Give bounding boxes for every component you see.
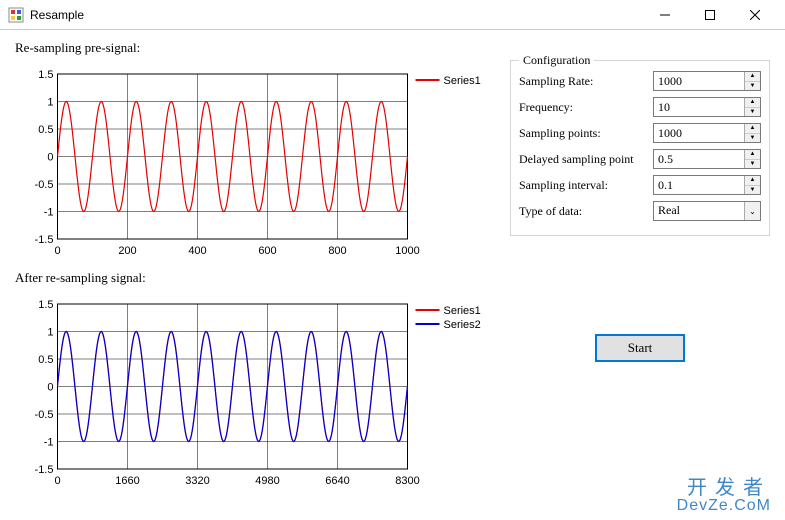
config-legend: Configuration bbox=[519, 53, 594, 68]
sampling-points-label: Sampling points: bbox=[519, 126, 649, 141]
svg-text:0: 0 bbox=[54, 245, 60, 257]
sampling-points-input[interactable]: ▲▼ bbox=[653, 123, 761, 143]
svg-text:1: 1 bbox=[47, 327, 53, 339]
delayed-point-label: Delayed sampling point bbox=[519, 152, 649, 167]
minimize-button[interactable] bbox=[642, 0, 687, 29]
svg-text:1660: 1660 bbox=[115, 475, 139, 487]
app-icon bbox=[8, 7, 24, 23]
delayed-point-input[interactable]: ▲▼ bbox=[653, 149, 761, 169]
chart-after-signal: -1.5 -1 -0.5 0 0.5 1 1.5 0 1660 3320 4980 6640 8300 S… bbox=[15, 294, 500, 494]
sampling-rate-label: Sampling Rate: bbox=[519, 74, 649, 89]
svg-text:0.5: 0.5 bbox=[38, 354, 53, 366]
svg-text:-1: -1 bbox=[44, 207, 54, 219]
frequency-input[interactable]: ▲▼ bbox=[653, 97, 761, 117]
svg-text:-0.5: -0.5 bbox=[35, 409, 54, 421]
svg-text:1.5: 1.5 bbox=[38, 299, 53, 311]
svg-text:600: 600 bbox=[258, 245, 276, 257]
svg-text:-1: -1 bbox=[44, 437, 54, 449]
svg-text:Series2: Series2 bbox=[444, 319, 481, 331]
chevron-down-icon[interactable]: ⌄ bbox=[744, 202, 760, 220]
spinner-down-icon[interactable]: ▼ bbox=[745, 134, 760, 143]
pre-signal-label: Re-sampling pre-signal: bbox=[15, 40, 500, 56]
spinner-up-icon[interactable]: ▲ bbox=[745, 150, 760, 160]
svg-text:8300: 8300 bbox=[395, 475, 419, 487]
svg-text:1000: 1000 bbox=[395, 245, 419, 257]
svg-text:6640: 6640 bbox=[325, 475, 349, 487]
titlebar: Resample bbox=[0, 0, 785, 30]
after-signal-label: After re-sampling signal: bbox=[15, 270, 500, 286]
svg-text:1.5: 1.5 bbox=[38, 69, 53, 81]
svg-text:200: 200 bbox=[118, 245, 136, 257]
spinner-down-icon[interactable]: ▼ bbox=[745, 82, 760, 91]
svg-text:0: 0 bbox=[54, 475, 60, 487]
sampling-interval-label: Sampling interval: bbox=[519, 178, 649, 193]
window-title: Resample bbox=[30, 8, 642, 22]
frequency-label: Frequency: bbox=[519, 100, 649, 115]
close-button[interactable] bbox=[732, 0, 777, 29]
spinner-down-icon[interactable]: ▼ bbox=[745, 160, 760, 169]
svg-text:800: 800 bbox=[328, 245, 346, 257]
config-fieldset: Configuration Sampling Rate: ▲▼ Frequenc… bbox=[510, 60, 770, 236]
spinner-down-icon[interactable]: ▼ bbox=[745, 108, 760, 117]
svg-text:1: 1 bbox=[47, 97, 53, 109]
sampling-points-field[interactable] bbox=[654, 124, 744, 142]
svg-text:0: 0 bbox=[47, 382, 53, 394]
svg-text:400: 400 bbox=[188, 245, 206, 257]
type-of-data-label: Type of data: bbox=[519, 204, 649, 219]
svg-text:-1.5: -1.5 bbox=[35, 234, 54, 246]
delayed-point-field[interactable] bbox=[654, 150, 744, 168]
spinner-up-icon[interactable]: ▲ bbox=[745, 72, 760, 82]
sampling-rate-field[interactable] bbox=[654, 72, 744, 90]
start-button-label: Start bbox=[628, 340, 653, 356]
sampling-rate-input[interactable]: ▲▼ bbox=[653, 71, 761, 91]
spinner-down-icon[interactable]: ▼ bbox=[745, 186, 760, 195]
start-button[interactable]: Start bbox=[595, 334, 685, 362]
svg-text:-1.5: -1.5 bbox=[35, 464, 54, 476]
frequency-field[interactable] bbox=[654, 98, 744, 116]
type-of-data-select[interactable]: Real ⌄ bbox=[653, 201, 761, 221]
sampling-interval-input[interactable]: ▲▼ bbox=[653, 175, 761, 195]
type-of-data-value: Real bbox=[654, 202, 744, 220]
svg-text:Series1: Series1 bbox=[444, 75, 481, 87]
svg-text:Series1: Series1 bbox=[444, 305, 481, 317]
svg-text:0.5: 0.5 bbox=[38, 124, 53, 136]
spinner-up-icon[interactable]: ▲ bbox=[745, 98, 760, 108]
chart-pre-signal: -1.5 -1 -0.5 0 0.5 1 1.5 0 200 400 600 800 1000 Serie… bbox=[15, 64, 500, 264]
svg-text:3320: 3320 bbox=[185, 475, 209, 487]
svg-text:0: 0 bbox=[47, 152, 53, 164]
svg-text:4980: 4980 bbox=[255, 475, 279, 487]
sampling-interval-field[interactable] bbox=[654, 176, 744, 194]
svg-text:-0.5: -0.5 bbox=[35, 179, 54, 191]
spinner-up-icon[interactable]: ▲ bbox=[745, 124, 760, 134]
maximize-button[interactable] bbox=[687, 0, 732, 29]
spinner-up-icon[interactable]: ▲ bbox=[745, 176, 760, 186]
